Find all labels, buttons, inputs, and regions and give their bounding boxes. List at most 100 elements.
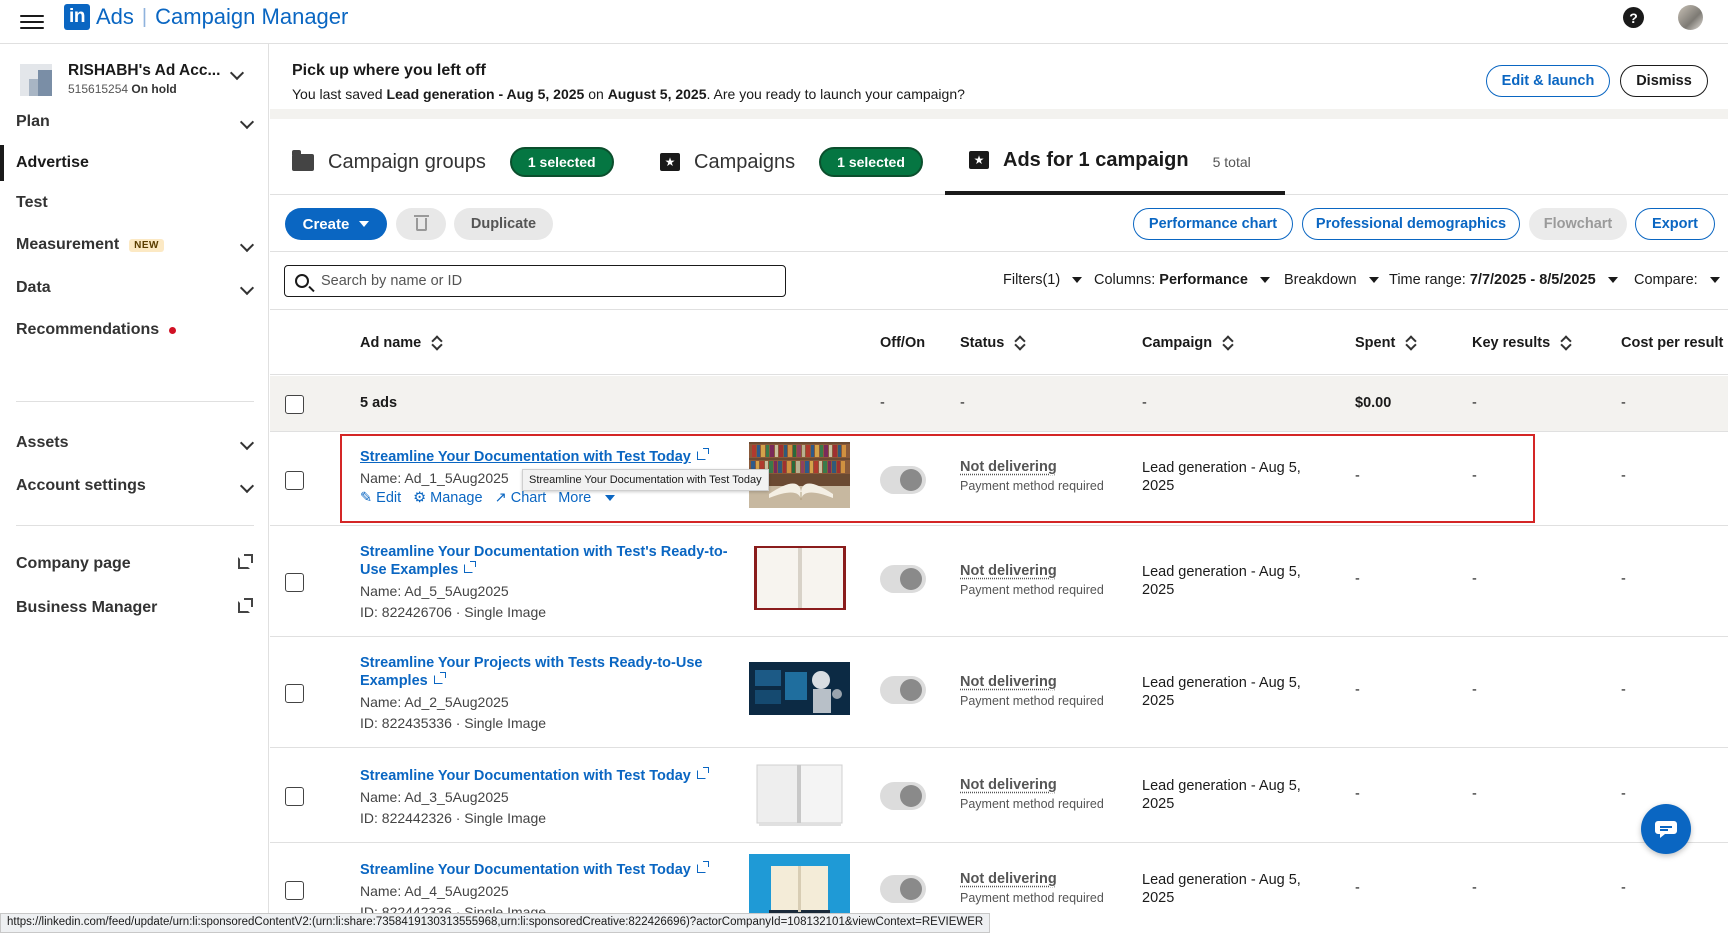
column-header-spent[interactable]: Spent [1355, 335, 1415, 351]
chevron-down-icon [229, 65, 245, 81]
selected-badge[interactable]: 1 selected [819, 147, 923, 177]
sidebar-item-measurement[interactable]: Measurement NEW [0, 227, 268, 263]
sidebar-item-account-settings[interactable]: Account settings [0, 468, 268, 504]
ad-toggle[interactable] [880, 676, 926, 704]
row-actions: ✎ Edit ⚙ Manage ↗ Chart More [360, 490, 621, 506]
ad-title-link[interactable]: Streamline Your Documentation with Test … [360, 861, 735, 879]
selected-badge[interactable]: 1 selected [509, 147, 614, 177]
campaign-name: Lead generation - Aug 5, 2025 [1142, 778, 1301, 812]
breakdown-dropdown[interactable]: Breakdown [1284, 272, 1379, 288]
ad-toggle[interactable] [880, 565, 926, 593]
sidebar-item-recommendations[interactable]: Recommendations [0, 312, 268, 348]
spent-value: - [1355, 880, 1360, 896]
header-label: Key results [1472, 335, 1551, 351]
top-bar: in Ads | Campaign Manager ? [0, 0, 1728, 44]
sidebar-item-label: Assets [16, 434, 69, 451]
status-text[interactable]: Not delivering [960, 459, 1057, 475]
sidebar-item-advertise[interactable]: Advertise [0, 145, 268, 181]
sort-icon [1562, 336, 1570, 350]
ad-thumbnail [749, 662, 850, 715]
tab-campaign-groups[interactable]: Campaign groups 1 selected [292, 129, 614, 195]
sidebar-item-plan[interactable]: Plan [0, 104, 268, 140]
caret-down-icon [1259, 277, 1270, 283]
table-row[interactable]: Streamline Your Documentation with Test … [270, 749, 1728, 843]
professional-demographics-button[interactable]: Professional demographics [1302, 208, 1520, 240]
chart-action[interactable]: ↗ Chart [495, 490, 547, 506]
status-text[interactable]: Not delivering [960, 777, 1057, 793]
toolbar: Create Duplicate Performance chart Profe… [270, 196, 1728, 252]
ad-toggle[interactable] [880, 875, 926, 903]
column-header-cost-per-result[interactable]: Cost per result [1621, 335, 1723, 351]
sidebar-item-label: Account settings [16, 477, 146, 494]
status-subtext: Payment method required [960, 583, 1104, 597]
performance-chart-button[interactable]: Performance chart [1133, 208, 1293, 240]
row-checkbox[interactable] [285, 471, 304, 490]
ad-toggle[interactable] [880, 782, 926, 810]
chat-button[interactable] [1641, 804, 1691, 854]
time-range-value: 7/7/2025 - 8/5/2025 [1469, 272, 1596, 288]
column-header-campaign[interactable]: Campaign [1142, 335, 1232, 351]
sidebar-item-label: Business Manager [16, 599, 158, 616]
external-link-icon [696, 861, 709, 873]
tab-campaigns[interactable]: ★ Campaigns 1 selected [660, 129, 923, 195]
sidebar-item-label: Measurement [16, 236, 120, 253]
ad-toggle[interactable] [880, 466, 926, 494]
header-label: Off/On [880, 335, 926, 351]
banner-text: You last saved Lead generation - Aug 5, … [292, 86, 965, 102]
row-checkbox[interactable] [285, 881, 304, 900]
ad-title-link[interactable]: Streamline Your Documentation with Test'… [360, 543, 735, 579]
key-results-value: - [1472, 682, 1477, 698]
sidebar-item-business-manager[interactable]: Business Manager [0, 590, 268, 626]
brand[interactable]: in Ads | Campaign Manager [64, 4, 348, 30]
column-header-ad-name[interactable]: Ad name [360, 335, 441, 351]
columns-dropdown[interactable]: Columns: Performance [1094, 272, 1270, 288]
ad-title-link[interactable]: Streamline Your Documentation with Test … [360, 767, 735, 785]
sidebar-item-data[interactable]: Data [0, 270, 268, 306]
sidebar-item-assets[interactable]: Assets [0, 425, 268, 461]
column-header-status[interactable]: Status [960, 335, 1024, 351]
tab-ads[interactable]: ★ Ads for 1 campaign 5 total [945, 129, 1285, 195]
columns-value: Performance [1159, 272, 1248, 288]
pencil-icon: ✎ [360, 490, 373, 506]
dismiss-button[interactable]: Dismiss [1620, 65, 1708, 97]
manage-action[interactable]: ⚙ Manage [413, 490, 482, 506]
cost-per-result-value: - [1621, 468, 1626, 484]
row-checkbox[interactable] [285, 684, 304, 703]
sidebar-item-company-page[interactable]: Company page [0, 546, 268, 582]
edit-action[interactable]: ✎ Edit [360, 490, 401, 506]
table-row[interactable]: Streamline Your Documentation with Test'… [270, 527, 1728, 637]
duplicate-button[interactable]: Duplicate [454, 208, 553, 240]
avatar[interactable] [1678, 5, 1703, 30]
column-header-key-results[interactable]: Key results [1472, 335, 1570, 351]
sidebar-item-test[interactable]: Test [0, 185, 268, 221]
table-row[interactable]: Streamline Your Documentation with Test … [270, 433, 1728, 526]
sort-icon [433, 336, 441, 350]
search-input[interactable] [321, 273, 761, 289]
row-checkbox[interactable] [285, 787, 304, 806]
external-link-icon [238, 598, 253, 613]
status-text[interactable]: Not delivering [960, 871, 1057, 887]
select-all-checkbox[interactable] [285, 395, 304, 414]
more-action[interactable]: More [558, 490, 616, 506]
export-button[interactable]: Export [1635, 208, 1715, 240]
key-results-value: - [1472, 786, 1477, 802]
status-text[interactable]: Not delivering [960, 563, 1057, 579]
row-checkbox[interactable] [285, 573, 304, 592]
campaign-icon: ★ [660, 153, 680, 171]
header-label: Spent [1355, 335, 1396, 351]
ad-title-link[interactable]: Streamline Your Documentation with Test … [360, 448, 735, 466]
filters-dropdown[interactable]: Filters(1) [1003, 272, 1083, 288]
create-button[interactable]: Create [285, 208, 387, 240]
status-text[interactable]: Not delivering [960, 674, 1057, 690]
flowchart-button[interactable]: Flowchart [1529, 208, 1627, 240]
account-switcher[interactable]: RISHABH's Ad Acc... 515615254 On hold [20, 60, 260, 102]
menu-icon[interactable] [20, 11, 44, 33]
delete-button[interactable] [396, 208, 446, 240]
help-icon[interactable]: ? [1623, 7, 1644, 28]
brand-ads: Ads [96, 4, 134, 29]
time-range-dropdown[interactable]: Time range: 7/7/2025 - 8/5/2025 [1389, 272, 1618, 288]
edit-launch-button[interactable]: Edit & launch [1486, 65, 1610, 97]
table-row[interactable]: Streamline Your Projects with Tests Read… [270, 638, 1728, 748]
compare-dropdown[interactable]: Compare: [1634, 272, 1720, 288]
ad-title-link[interactable]: Streamline Your Projects with Tests Read… [360, 654, 735, 690]
